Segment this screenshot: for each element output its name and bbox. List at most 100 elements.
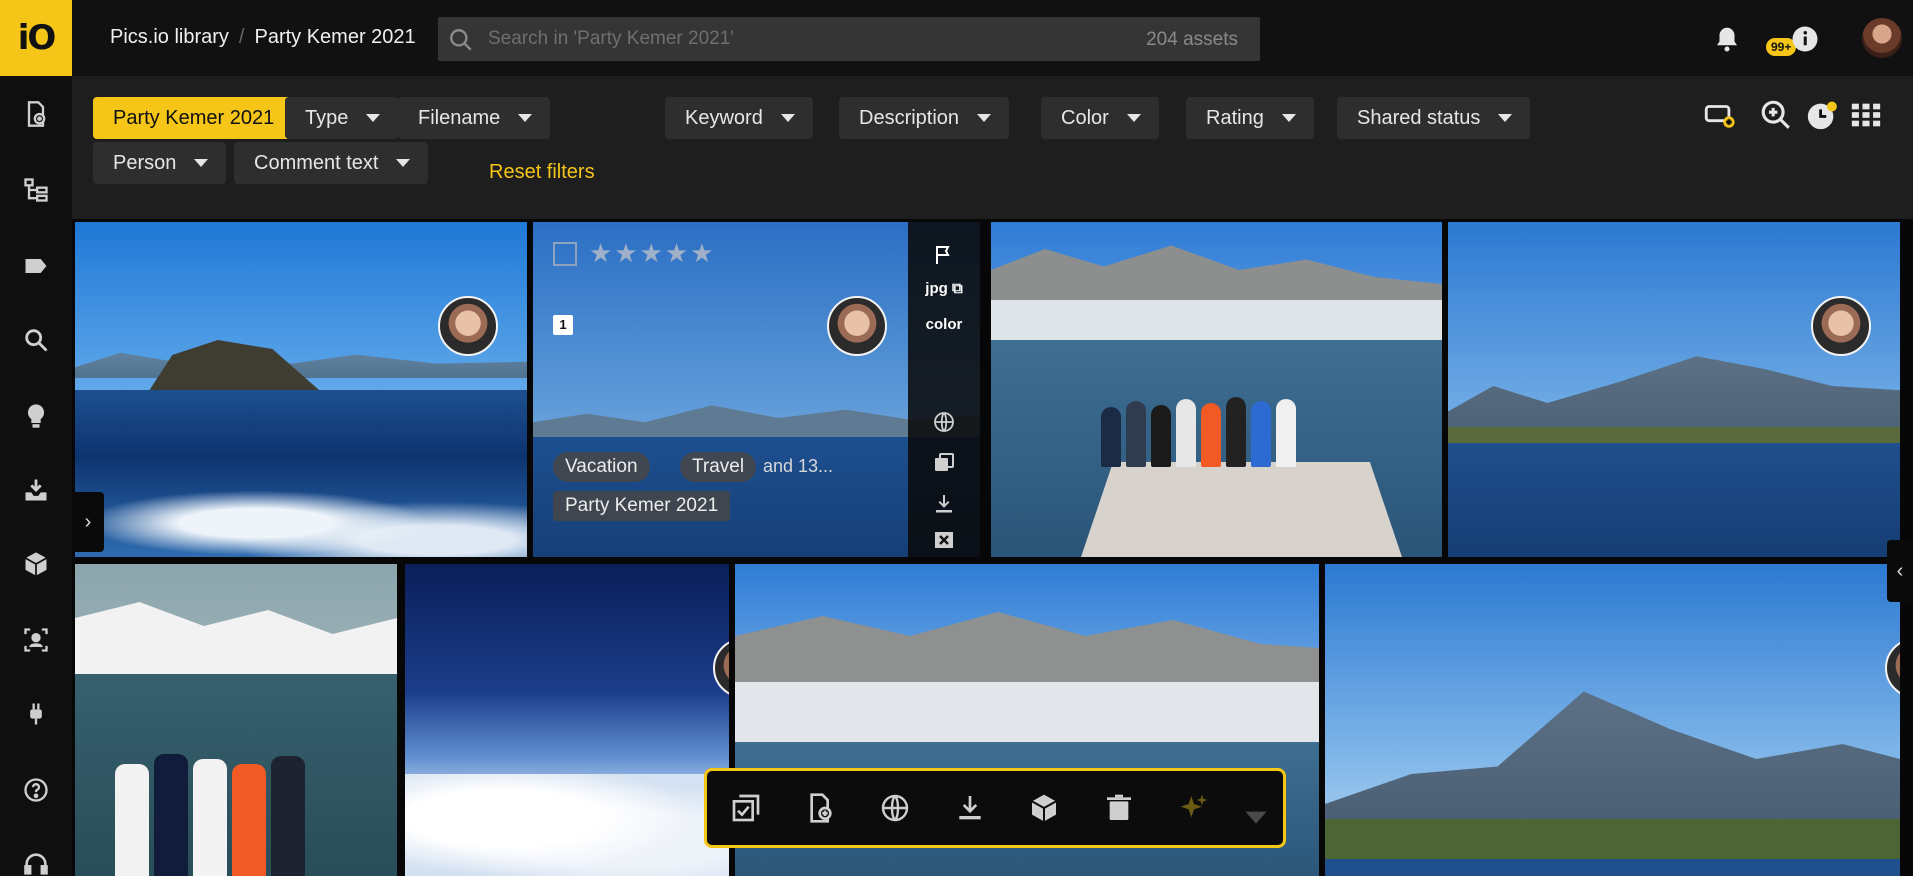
headset-icon[interactable] [18,846,54,876]
plug-icon[interactable] [18,696,54,732]
trash-icon[interactable] [1103,792,1135,824]
chevron-down-icon [1281,114,1296,122]
info-icon[interactable] [1790,24,1820,54]
left-rail: iO [0,0,72,876]
filter-keyword[interactable]: Keyword [665,97,813,139]
add-collection-icon[interactable] [1702,98,1738,134]
delete-icon[interactable] [932,528,956,552]
asset-thumbnail[interactable] [75,222,527,557]
duplicate-icon[interactable] [932,451,956,475]
globe-icon[interactable] [879,792,911,824]
breadcrumb: Pics.io library / Party Kemer 2021 [110,26,416,49]
filter-label: Rating [1206,106,1264,129]
filter-label: Type [305,106,349,129]
user-avatar[interactable] [1862,18,1902,58]
filter-bar: Party Kemer 2021 ✕ Type Filename Keyword… [72,76,1913,219]
breadcrumb-separator: / [238,26,245,48]
filter-person[interactable]: Person [93,142,227,184]
filter-label: Person [113,151,177,174]
clock-icon[interactable] [1805,98,1841,134]
lightbulb-icon[interactable] [18,398,54,434]
avatar [438,296,498,356]
active-chip-label: Party Kemer 2021 [113,106,275,129]
filter-label: Comment text [254,151,379,174]
box-icon[interactable] [18,546,54,582]
app: iO Pics.io library / Party Kemer 2021 Se… [0,0,1913,876]
color-label[interactable]: color [908,316,980,333]
filter-label: Shared status [1357,106,1481,129]
asset-thumbnail[interactable] [1448,222,1900,557]
logo-text: iO [17,18,57,58]
keyword-tag[interactable]: Vacation [553,452,650,482]
filter-comment-text[interactable]: Comment text [234,142,429,184]
download-icon[interactable] [954,792,986,824]
hover-actions-panel: jpg ⧉ color [908,222,980,557]
logo[interactable]: iO [0,0,72,76]
search-zoom-icon[interactable] [18,322,54,358]
chevron-down-icon [194,159,209,167]
help-icon[interactable] [18,772,54,808]
chevron-down-icon [396,159,411,167]
tree-icon[interactable] [18,172,54,208]
filter-label: Keyword [685,106,763,129]
search-box: 204 assets [438,17,1260,61]
asset-thumbnail[interactable] [75,564,397,876]
expand-right-panel-button[interactable]: ‹ [1887,540,1913,602]
chevron-down-icon [1126,114,1141,122]
filter-label: Color [1061,106,1109,129]
collection-tag[interactable]: Party Kemer 2021 [553,491,731,521]
filter-filename[interactable]: Filename [398,97,551,139]
asset-thumbnail-hovered[interactable]: ★★★★★ 1 Vacation Travel and 13... Party … [533,222,980,557]
rating-stars[interactable]: ★★★★★ [589,238,716,269]
expand-left-panel-button[interactable]: › [72,492,104,552]
bulk-action-bar [704,768,1286,848]
filter-label: Description [859,106,960,129]
box-icon[interactable] [1028,792,1060,824]
filter-color[interactable]: Color [1041,97,1159,139]
grid-view-icon[interactable] [1849,98,1885,134]
file-ext-link[interactable]: jpg ⧉ [908,280,980,297]
asset-count: 204 assets [1146,29,1238,50]
person-icon[interactable] [18,622,54,658]
filter-label: Filename [418,106,501,129]
add-file-icon[interactable] [805,792,837,824]
asset-thumbnail[interactable] [405,564,729,876]
comment-badge[interactable]: 1 [553,315,573,335]
reset-filters-link[interactable]: Reset filters [489,161,595,184]
chevron-down-icon [780,114,795,122]
people-group [1101,397,1296,467]
avatar [1811,296,1871,356]
breadcrumb-root[interactable]: Pics.io library [110,26,229,49]
chevron-down-icon [977,114,992,122]
flag-icon[interactable] [932,243,956,267]
people-group [115,754,305,876]
external-link-icon: ⧉ [951,280,963,297]
chevron-down-icon [366,114,381,122]
filter-shared-status[interactable]: Shared status [1337,97,1531,139]
breadcrumb-current[interactable]: Party Kemer 2021 [254,26,415,49]
globe-icon[interactable] [932,410,956,434]
sparkle-icon[interactable] [1178,792,1210,824]
keyword-tag[interactable]: Travel [680,452,757,482]
zoom-icon[interactable] [1759,98,1795,134]
chevron-left-icon: ‹ [1896,559,1904,582]
download-icon[interactable] [932,492,956,516]
select-all-icon[interactable] [730,792,762,824]
search-input[interactable] [488,17,1048,61]
chevron-right-icon: › [84,510,92,533]
filter-rating[interactable]: Rating [1186,97,1314,139]
top-bar: Pics.io library / Party Kemer 2021 204 a… [72,0,1913,76]
upload-icon[interactable] [18,96,54,132]
chevron-down-icon[interactable] [1240,801,1267,824]
filter-type[interactable]: Type [285,97,399,139]
bell-icon[interactable] [1712,24,1742,54]
more-tags[interactable]: and 13... [763,456,833,477]
tag-icon[interactable] [18,248,54,284]
asset-thumbnail[interactable] [1325,564,1900,876]
search-icon [450,29,472,51]
chevron-down-icon [1498,114,1513,122]
filter-description[interactable]: Description [839,97,1010,139]
select-checkbox[interactable] [553,242,577,266]
import-icon[interactable] [18,472,54,508]
asset-thumbnail[interactable] [991,222,1442,557]
